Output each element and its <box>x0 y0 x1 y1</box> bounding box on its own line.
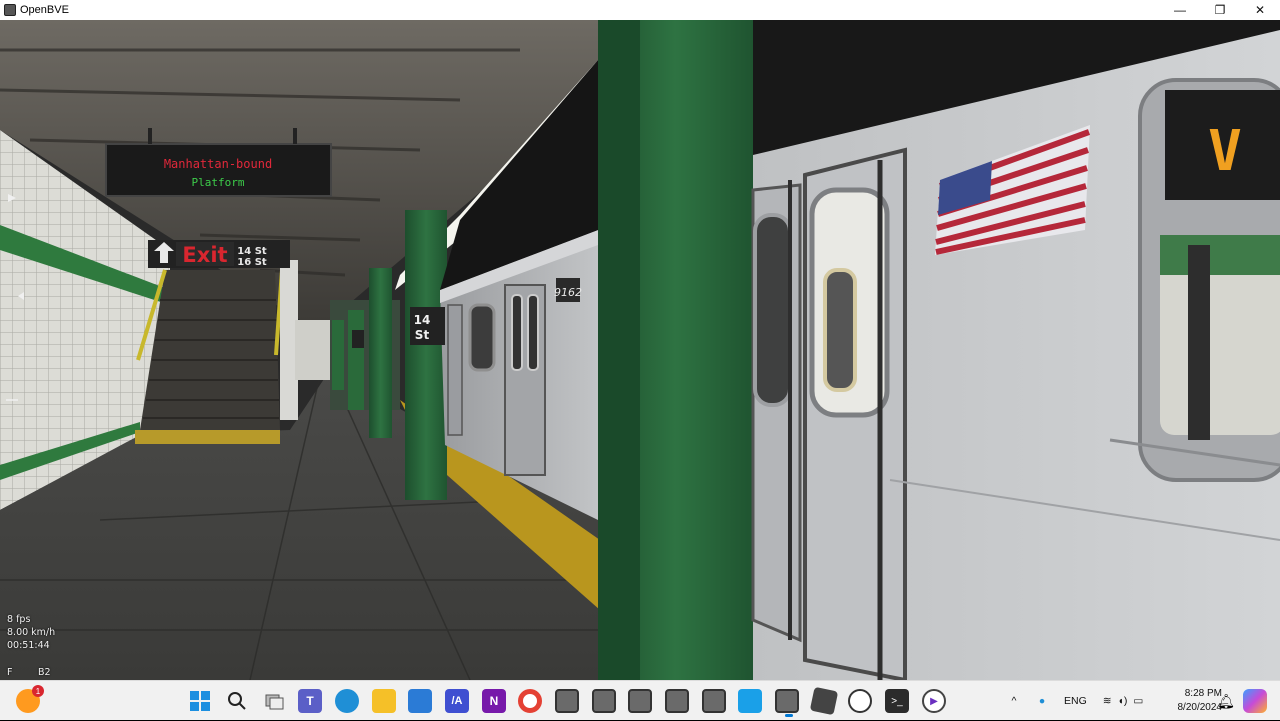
weather-widget-icon[interactable]: 1 <box>16 685 44 713</box>
file-explorer-icon[interactable] <box>372 689 396 713</box>
media-player-icon[interactable]: ▶ <box>922 689 946 713</box>
copilot-icon[interactable] <box>1243 689 1267 713</box>
app-icon-clock[interactable] <box>848 689 872 713</box>
hud-time: 00:51:44 <box>7 640 50 651</box>
task-view-icon <box>265 694 284 710</box>
exit-label: Exit <box>182 243 227 267</box>
onenote-icon[interactable]: N <box>482 689 506 713</box>
notification-bell-icon[interactable]: 🔔︎ <box>1214 689 1238 713</box>
subway-scene: 9162 V Manhattan-bound Platform Exit 14 … <box>0 20 1280 680</box>
wifi-icon[interactable]: ≋ <box>1103 695 1112 707</box>
simulation-viewport[interactable]: 9162 V Manhattan-bound Platform Exit 14 … <box>0 20 1280 680</box>
windows-logo-icon <box>190 691 210 711</box>
column <box>405 210 447 500</box>
system-tray: ^ ● ENG ≋ ◖) ▭ <box>1006 681 1144 721</box>
app-icon-blue[interactable]: /A <box>445 689 469 713</box>
show-hidden-icons-chevron-icon[interactable]: ^ <box>1006 695 1022 707</box>
column <box>369 268 392 438</box>
roblox-icon[interactable] <box>809 686 839 716</box>
exit-street-1: 14 St <box>237 246 267 257</box>
taskbar: 1 T /A N >_ ▶ ^ ● ENG ≋ ◖) ▭ 8:28 PM 8/2… <box>0 680 1280 720</box>
chrome-icon[interactable] <box>518 689 542 713</box>
sign-line-1: Manhattan-bound <box>164 157 272 171</box>
close-button[interactable]: ✕ <box>1240 0 1280 20</box>
openbve-active-taskbar-icon[interactable] <box>775 689 799 717</box>
openbve-app-icon <box>4 4 16 16</box>
window-controls: — ❐ ✕ <box>1160 0 1280 20</box>
app-icon-cyan[interactable] <box>738 689 762 713</box>
battery-icon[interactable]: ▭ <box>1133 695 1143 707</box>
station-sign-line-1: 14 <box>414 313 431 327</box>
openbve-taskbar-icon[interactable] <box>665 689 689 713</box>
minimize-button[interactable]: — <box>1160 0 1200 20</box>
car-number: 9162 <box>554 286 582 299</box>
rollsign-letter: V <box>1208 119 1242 184</box>
task-view-button[interactable] <box>262 689 286 713</box>
openbve-taskbar-icon[interactable] <box>628 689 652 713</box>
sign-line-2: Platform <box>192 176 245 189</box>
station-name-sign: 14 St <box>410 307 445 345</box>
terminal-icon[interactable]: >_ <box>885 689 909 713</box>
language-indicator[interactable]: ENG <box>1064 695 1087 707</box>
window-titlebar: OpenBVE — ❐ ✕ <box>0 0 1280 20</box>
openbve-taskbar-icon[interactable] <box>592 689 616 713</box>
volume-icon[interactable]: ◖) <box>1118 695 1128 707</box>
hud-reverser: F <box>7 667 13 678</box>
openbve-taskbar-icon[interactable] <box>702 689 726 713</box>
hud-speed: 8.00 km/h <box>7 627 56 638</box>
openbve-taskbar-icon[interactable] <box>555 689 579 713</box>
teams-icon[interactable]: T <box>298 689 322 713</box>
maximize-button[interactable]: ❐ <box>1200 0 1240 20</box>
hud-power-notch: B2 <box>38 667 51 678</box>
start-button[interactable] <box>188 689 212 713</box>
hud-fps: 8 fps <box>7 614 31 625</box>
exit-sign: Exit 14 St 16 St <box>148 240 290 268</box>
exit-street-2: 16 St <box>237 257 267 268</box>
window-title: OpenBVE <box>20 4 69 16</box>
edge-browser-icon[interactable] <box>335 689 359 713</box>
store-icon[interactable] <box>408 689 432 713</box>
microphone-icon[interactable]: ● <box>1030 695 1054 707</box>
hud-stats: 8 fps 8.00 km/h 00:51:44 <box>7 613 55 652</box>
search-button[interactable] <box>225 689 249 713</box>
station-sign-line-2: St <box>415 328 430 342</box>
search-icon <box>228 692 246 710</box>
notification-badge: 1 <box>32 685 44 697</box>
